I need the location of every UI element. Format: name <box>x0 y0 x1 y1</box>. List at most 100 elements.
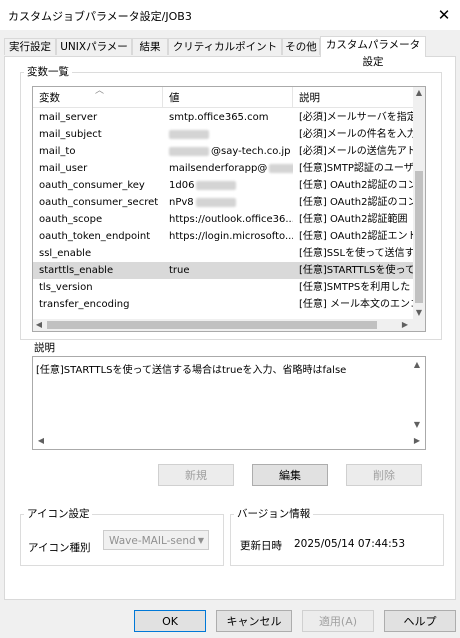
table-row[interactable]: oauth_scope https://outlook.office36... [任… <box>33 211 413 228</box>
cell-description: [任意]SSLを使って送信す <box>299 248 415 259</box>
column-header-value[interactable]: 値 <box>163 87 293 107</box>
variables-group-label: 変数一覧 <box>24 64 72 79</box>
table-row[interactable]: mail_subject [必須]メールの件名を入力 <box>33 126 415 143</box>
table-row[interactable]: oauth_consumer_key 1d06 [任意] OAuth2認証のコン <box>33 177 415 194</box>
scroll-down-icon[interactable]: ▼ <box>413 307 425 319</box>
scroll-up-icon[interactable]: ▲ <box>413 87 425 99</box>
redacted-mark <box>269 163 293 173</box>
close-icon[interactable]: ✕ <box>432 4 456 26</box>
list-header: 変数 ︿ 値 説明 <box>33 87 425 108</box>
scroll-left-icon[interactable]: ◀ <box>33 319 45 331</box>
cell-value <box>163 279 293 296</box>
description-vscrollbar[interactable]: ▲ ▼ <box>411 357 423 435</box>
scroll-right-icon[interactable]: ▶ <box>411 435 423 447</box>
cell-value: smtp.office365.com <box>169 112 269 123</box>
variables-list[interactable]: 変数 ︿ 値 説明 mail_server smtp.office365.com [… <box>32 86 426 332</box>
column-header-description[interactable]: 説明 <box>293 87 425 107</box>
cell-value: mailsenderforapp@ <box>163 160 293 177</box>
horizontal-scrollbar[interactable]: ◀ ▶ <box>33 319 425 331</box>
cell-variable-name: transfer_encoding <box>39 299 130 310</box>
tab-custom-parameters[interactable]: カスタムパラメータ設定 <box>320 36 426 68</box>
scroll-down-icon[interactable]: ▼ <box>411 419 423 431</box>
cell-value: @say-tech.co.jp <box>163 143 293 160</box>
description-label: 説明 <box>34 342 55 354</box>
edit-button[interactable]: 編集 <box>252 464 328 486</box>
tab-result[interactable]: 結果 <box>132 38 168 55</box>
sort-up-icon: ︿ <box>95 86 105 96</box>
table-row[interactable]: mail_to @say-tech.co.jp [必須]メールの送信先アド <box>33 143 415 160</box>
delete-button[interactable]: 削除 <box>346 464 422 486</box>
table-row[interactable]: transfer_encoding [任意] メール本文のエンコ <box>33 296 415 313</box>
icon-type-label: アイコン種別 <box>28 542 91 554</box>
cell-value <box>163 126 293 143</box>
window-title: カスタムジョブパラメータ設定/JOB3 <box>8 10 192 23</box>
table-row[interactable]: starttls_enable true [任意]STARTTLSを使って... <box>33 262 415 279</box>
table-row[interactable]: mail_server smtp.office365.com [必須]メールサーバを… <box>33 109 415 126</box>
redacted-mark <box>196 180 237 190</box>
cell-value <box>163 245 293 262</box>
table-row[interactable]: ssl_enable [任意]SSLを使って送信す <box>33 245 415 262</box>
scroll-up-icon[interactable]: ▲ <box>411 359 423 371</box>
cell-description: [任意]SMTPSを利用した <box>299 282 411 293</box>
vertical-scrollbar[interactable]: ▲ ▼ <box>413 87 425 319</box>
cell-variable-name: mail_subject <box>39 129 102 140</box>
cell-value: https://login.microsofto... <box>169 231 293 242</box>
cell-variable-name: mail_server <box>39 112 98 123</box>
help-button[interactable]: ヘルプ <box>384 610 456 632</box>
version-info-label: バージョン情報 <box>234 506 314 521</box>
cell-value <box>163 296 293 313</box>
redacted-mark <box>169 129 209 139</box>
cell-variable-name: mail_to <box>39 146 76 157</box>
cell-description: [必須]メールの送信先アド <box>299 146 415 157</box>
table-row[interactable]: oauth_token_endpoint https://login.micros… <box>33 228 415 245</box>
tab-unix-parameters[interactable]: UNIXパラメータ <box>56 38 132 70</box>
cell-description: [任意] OAuth2認証範囲 <box>299 214 408 225</box>
chevron-down-icon: ▼ <box>197 536 204 545</box>
updated-date-value: 2025/05/14 07:44:53 <box>294 538 406 550</box>
cell-value: nPv8 <box>163 194 293 211</box>
tab-strip: 実行設定 UNIXパラメータ 結果 クリティカルポイント警告 その他 カスタムパ… <box>0 36 460 70</box>
cell-value: https://outlook.office36... <box>169 214 293 225</box>
cancel-button[interactable]: キャンセル <box>216 610 292 632</box>
cell-description: [必須]メールの件名を入力 <box>299 129 415 140</box>
tab-critical-point-warning[interactable]: クリティカルポイント警告 <box>168 38 282 70</box>
cell-variable-name: starttls_enable <box>39 265 114 276</box>
icon-settings-label: アイコン設定 <box>24 506 93 521</box>
cell-description: [任意] OAuth2認証エント <box>299 231 415 242</box>
column-header-variable[interactable]: 変数 ︿ <box>33 87 163 107</box>
tab-other[interactable]: その他 <box>282 38 320 55</box>
cell-variable-name: oauth_scope <box>39 214 103 225</box>
icon-type-select[interactable]: Wave-MAIL-send ▼ <box>103 530 209 550</box>
cell-variable-name: oauth_consumer_secret <box>39 197 159 208</box>
apply-button[interactable]: 適用(A) <box>302 610 374 632</box>
table-row[interactable]: oauth_consumer_secret nPv8 [任意] OAuth2認証のコ… <box>33 194 415 211</box>
cell-variable-name: ssl_enable <box>39 248 92 259</box>
cell-description: [任意] メール本文のエンコ <box>299 299 415 310</box>
new-button[interactable]: 新規 <box>158 464 234 486</box>
tab-execution-settings[interactable]: 実行設定 <box>4 38 56 55</box>
table-row[interactable]: tls_version [任意]SMTPSを利用した <box>33 279 413 296</box>
cell-variable-name: mail_user <box>39 163 88 174</box>
hscroll-thumb[interactable] <box>47 321 377 329</box>
cell-description: [任意]STARTTLSを使って... <box>299 265 415 276</box>
ok-button[interactable]: OK <box>134 610 206 632</box>
description-textbox[interactable]: [任意]STARTTLSを使って送信する場合はtrueを入力、省略時はfalse… <box>32 356 426 450</box>
cell-description: [任意] OAuth2認証のコン <box>299 197 415 208</box>
cell-description: [必須]メールサーバを指定... <box>299 112 415 123</box>
cell-description: [任意] OAuth2認証のコン <box>299 180 415 191</box>
scroll-left-icon[interactable]: ◀ <box>35 435 47 447</box>
cell-value: true <box>169 265 190 276</box>
table-row[interactable]: mail_user mailsenderforapp@ [任意]SMTP認証のユーザ <box>33 160 414 177</box>
redacted-mark <box>195 197 236 207</box>
cell-description: [任意]SMTP認証のユーザ <box>299 163 414 174</box>
redacted-mark <box>169 146 209 156</box>
scroll-thumb[interactable] <box>415 171 423 303</box>
cell-variable-name: oauth_token_endpoint <box>39 231 151 242</box>
cell-variable-name: oauth_consumer_key <box>39 180 145 191</box>
updated-date-label: 更新日時 <box>240 540 282 552</box>
scroll-right-icon[interactable]: ▶ <box>399 319 411 331</box>
title-bar: カスタムジョブパラメータ設定/JOB3 ✕ <box>0 0 460 30</box>
cell-value: 1d06 <box>163 177 293 194</box>
cell-variable-name: tls_version <box>39 282 93 293</box>
description-hscrollbar[interactable]: ◀ ▶ <box>35 435 423 447</box>
